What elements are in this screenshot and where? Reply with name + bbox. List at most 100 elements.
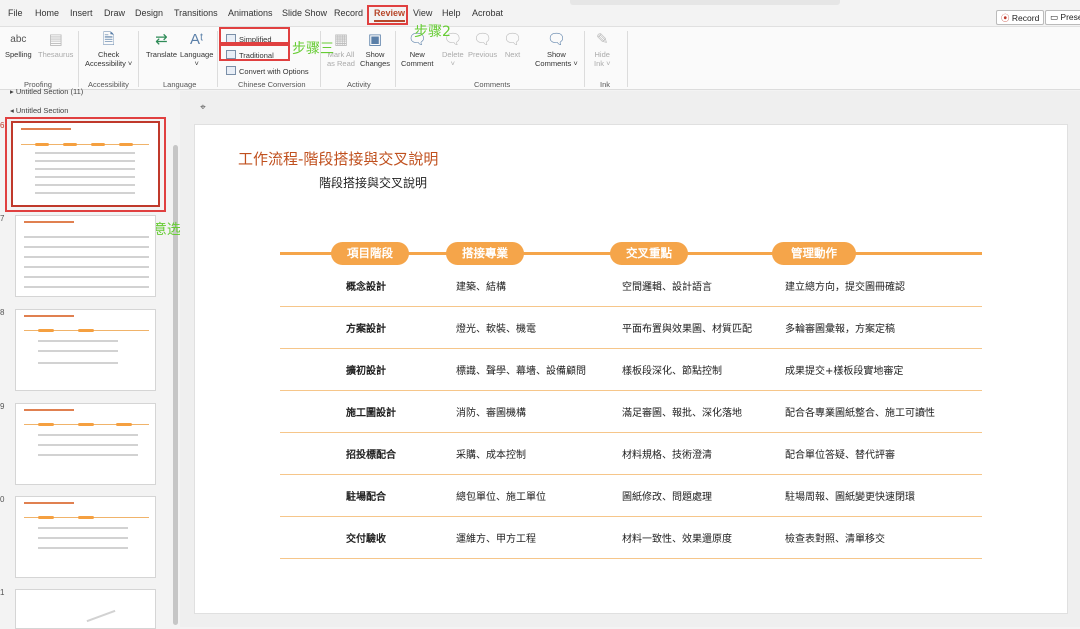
slide-subtitle[interactable]: 階段搭接與交叉說明: [319, 174, 427, 191]
annotation-step3: 步骤三: [292, 41, 334, 57]
translate-icon: ⇄: [155, 31, 168, 48]
cell-stage: 招投標配合: [346, 450, 396, 461]
show-comments-icon: 🗨: [546, 31, 566, 48]
table-row: 施工圖設計 消防、審圖機構 滿足審圖、報批、深化落地 配合各專業圖紙整合、施工可…: [280, 391, 982, 433]
section-open-label: Untitled Section: [15, 106, 69, 115]
slide-title[interactable]: 工作流程-階段搭接與交叉說明: [238, 148, 438, 169]
slide-number: 9: [0, 402, 5, 411]
show-comments-button[interactable]: 🗨 Show Comments ˅: [535, 31, 578, 68]
thumb-title-line: [24, 221, 74, 223]
section-collapsed-label: Untitled Section (11): [15, 87, 84, 96]
tab-draw[interactable]: Draw: [104, 8, 125, 18]
tab-transitions[interactable]: Transitions: [174, 8, 218, 18]
record-button[interactable]: ⦿ Record: [996, 10, 1045, 25]
table-row: 交付驗收 運維方、甲方工程 材料一致性、效果還原度 檢查表對照、清單移交: [280, 517, 982, 559]
slide-thumbnail-10[interactable]: [15, 496, 156, 578]
thumb-header-pill: [35, 143, 49, 146]
tab-view[interactable]: View: [413, 8, 432, 18]
present-button[interactable]: ▭ Presen: [1045, 10, 1080, 25]
cell-action: 多輪審圖彙報，方案定稿: [785, 324, 895, 335]
header-pill-stage: 項目階段: [331, 242, 409, 265]
title-strip: [570, 0, 840, 5]
thumb-header-pill: [38, 329, 54, 332]
table-row: 駐場配合 總包單位、施工單位 圖紙修改、問題處理 駐場周報、圖紙變更快速閉環: [280, 475, 982, 517]
thumb-title-line: [24, 315, 74, 317]
slide-thumbnail-7[interactable]: [15, 215, 156, 297]
tab-file[interactable]: File: [8, 8, 23, 18]
show-changes-button[interactable]: ▣ Show Changes: [360, 31, 390, 68]
tab-record[interactable]: Record: [334, 8, 363, 18]
convert-options-label: Convert with Options: [239, 67, 309, 76]
tab-acrobat[interactable]: Acrobat: [472, 8, 503, 18]
thumb-header-pill: [78, 423, 94, 426]
show-comments-label-2: Comments ˅: [535, 59, 578, 68]
thumb-header-pill: [119, 143, 133, 146]
cell-stage: 施工圖設計: [346, 408, 396, 419]
table-row: 招投標配合 采購、成本控制 材料規格、技術澄清 配合單位答疑、替代評審: [280, 433, 982, 475]
hide-ink-label-2: Ink ˅: [594, 59, 611, 68]
cell-discipline: 總包單位、施工單位: [456, 492, 546, 503]
review-tab-highlight: [367, 5, 408, 25]
thumb-row: [24, 266, 149, 268]
thumb-row: [38, 537, 128, 539]
cell-discipline: 標識、聲學、幕墻、設備顧問: [456, 366, 586, 377]
cell-discipline: 運維方、甲方工程: [456, 534, 536, 545]
slide-canvas[interactable]: 工作流程-階段搭接與交叉說明 階段搭接與交叉說明 項目階段 搭接專業 交叉重點 …: [194, 124, 1068, 614]
thumb-row: [38, 362, 118, 364]
separator: [627, 31, 628, 87]
convert-options-button[interactable]: Convert with Options: [226, 66, 309, 76]
language-icon: Aᵗ: [190, 31, 204, 48]
thumb-header-pill: [78, 329, 94, 332]
cell-action: 駐場周報、圖紙變更快速閉環: [785, 492, 915, 503]
separator: [138, 31, 139, 87]
section-open[interactable]: ◂ Untitled Section: [10, 106, 68, 115]
cell-action: 配合各專業圖紙整合、施工可讀性: [785, 408, 935, 419]
section-collapsed[interactable]: ▸ Untitled Section (11): [10, 87, 83, 96]
slide-thumbnail-6[interactable]: [11, 121, 160, 207]
thumb-row: [24, 286, 149, 288]
thumb-header-pill: [91, 143, 105, 146]
cell-focus: 材料一致性、效果還原度: [622, 534, 732, 545]
cell-stage: 駐場配合: [346, 492, 386, 503]
accessibility-icon: 🗎: [102, 31, 115, 48]
thumb-row: [35, 168, 135, 170]
tab-slide-show[interactable]: Slide Show: [282, 8, 327, 18]
slide-thumbnail-8[interactable]: [15, 309, 156, 391]
tab-animations[interactable]: Animations: [228, 8, 273, 18]
thumb-row: [38, 454, 138, 456]
spelling-button[interactable]: abc Spelling: [5, 31, 32, 59]
previous-comment-button[interactable]: 🗨 Previous: [468, 31, 497, 59]
cell-focus: 滿足審圖、報批、深化落地: [622, 408, 742, 419]
row-divider: [280, 558, 982, 559]
next-comment-button[interactable]: 🗨 Next: [503, 31, 522, 59]
thumb-row: [35, 176, 135, 178]
pin-icon[interactable]: ⌖: [196, 101, 210, 115]
comments-group-label: Comments: [474, 80, 511, 89]
simplified-highlight: [219, 27, 290, 44]
separator: [395, 31, 396, 87]
cell-stage: 擴初設計: [346, 366, 386, 377]
thumbnail-scrollbar[interactable]: [173, 145, 178, 625]
translate-button[interactable]: ⇄ Translate: [146, 31, 177, 59]
tab-insert[interactable]: Insert: [70, 8, 93, 18]
tab-design[interactable]: Design: [135, 8, 163, 18]
record-icon: ⦿: [1001, 13, 1010, 23]
header-pill-action: 管理動作: [772, 242, 856, 265]
language-button[interactable]: Aᵗ Language ˅: [180, 31, 213, 68]
tab-help[interactable]: Help: [442, 8, 461, 18]
thumb-row: [38, 350, 118, 352]
slide-thumbnail-9[interactable]: [15, 403, 156, 485]
cell-action: 成果提交+樣板段實地審定: [785, 366, 904, 377]
tab-home[interactable]: Home: [35, 8, 59, 18]
cell-action: 配合單位答疑、替代評審: [785, 450, 895, 461]
present-icon: ▭: [1050, 12, 1059, 22]
thumb-row: [24, 276, 149, 278]
slide-thumbnail-11[interactable]: [15, 589, 156, 629]
cell-discipline: 燈光、軟裝、機電: [456, 324, 536, 335]
check-accessibility-label-2: Accessibility ˅: [85, 59, 133, 68]
thesaurus-button[interactable]: ▤ Thesaurus: [38, 31, 73, 59]
thumb-header-pill: [38, 516, 54, 519]
check-accessibility-button[interactable]: 🗎 Check Accessibility ˅: [85, 31, 132, 68]
hide-ink-button[interactable]: ✎ Hide Ink ˅: [594, 31, 610, 68]
spelling-icon: abc: [10, 34, 27, 45]
